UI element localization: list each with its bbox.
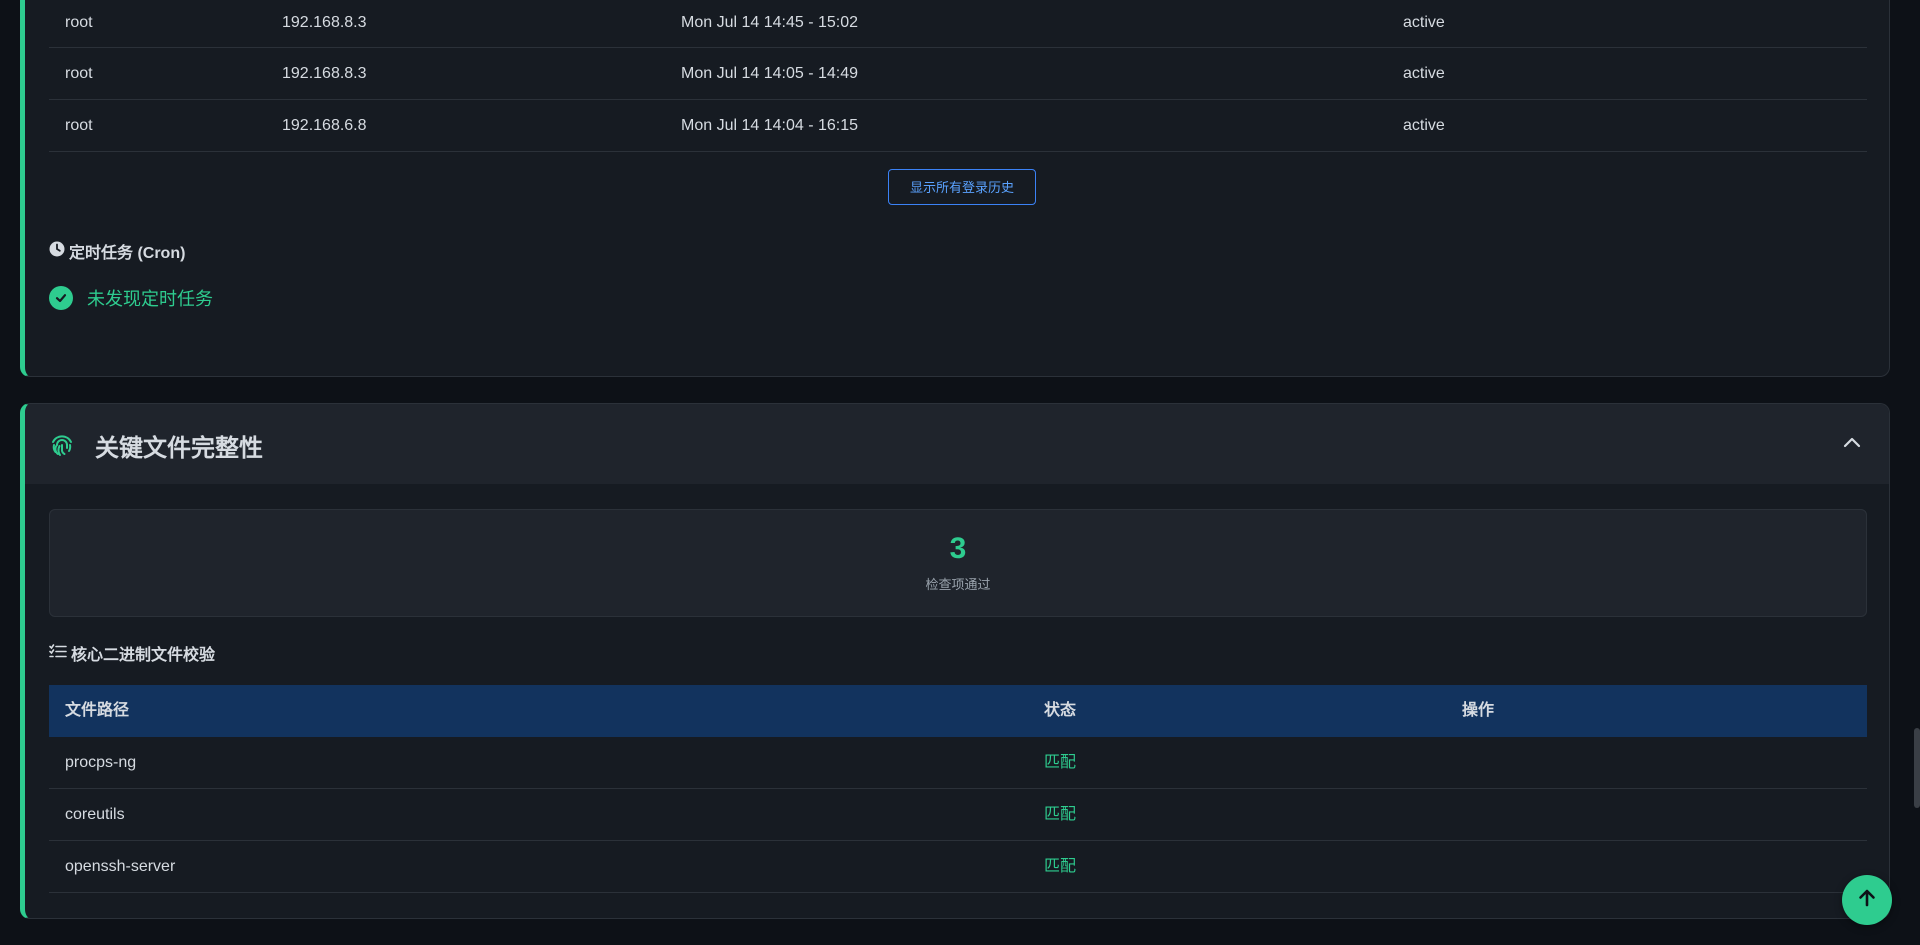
table-row: root 192.168.8.3 Mon Jul 14 14:45 - 15:0… [49,0,1867,48]
login-time: Mon Jul 14 14:05 - 14:49 [681,65,859,82]
column-header-path: 文件路径 [65,702,130,719]
table-row: root 192.168.6.8 Mon Jul 14 14:04 - 16:1… [49,100,1867,152]
clock-icon [49,241,65,262]
login-history-card: root 192.168.8.3 Mon Jul 14 14:45 - 15:0… [20,0,1890,377]
login-status: active [1403,65,1445,82]
file-integrity-card: 关键文件完整性 3 检查项通过 核心二进制文件校验 文件路径 状态 操作 pro… [20,403,1890,919]
login-user: root [65,14,93,31]
fingerprint-icon [49,432,75,463]
column-header-action: 操作 [1462,702,1495,719]
table-row: procps-ng 匹配 [49,737,1867,789]
cron-status: 未发现定时任务 [49,285,213,311]
checklist-icon [49,643,67,663]
stat-value: 3 [949,532,967,565]
table-row: coreutils 匹配 [49,789,1867,841]
table-row: root 192.168.8.3 Mon Jul 14 14:05 - 14:4… [49,48,1867,100]
binaries-title: 核心二进制文件校验 [71,647,216,664]
passed-checks-stat: 3 检查项通过 [49,509,1867,617]
login-ip: 192.168.8.3 [282,65,367,82]
table-header: 文件路径 状态 操作 [49,685,1867,737]
file-path: openssh-server [65,858,176,875]
scroll-to-top-button[interactable] [1842,875,1892,925]
cron-status-text: 未发现定时任务 [87,289,213,309]
login-ip: 192.168.8.3 [282,14,367,31]
file-state: 匹配 [1044,806,1077,823]
section-title: 关键文件完整性 [95,435,263,462]
login-status: active [1403,14,1445,31]
login-user: root [65,117,93,134]
file-path: procps-ng [65,754,137,771]
stat-label: 检查项通过 [925,577,991,592]
file-state: 匹配 [1044,754,1077,771]
login-time: Mon Jul 14 14:45 - 15:02 [681,14,859,31]
table-row: openssh-server 匹配 [49,841,1867,893]
check-circle-icon [49,286,73,310]
show-all-login-history-button[interactable]: 显示所有登录历史 [888,169,1036,205]
arrow-up-icon [1855,886,1879,915]
file-path: coreutils [65,806,125,823]
scrollbar-thumb[interactable] [1914,728,1920,808]
cron-section-heading: 定时任务 (Cron) [49,239,185,263]
section-header[interactable]: 关键文件完整性 [25,404,1889,484]
login-user: root [65,65,93,82]
login-time: Mon Jul 14 14:04 - 16:15 [681,117,859,134]
chevron-up-icon[interactable] [1841,432,1863,459]
login-ip: 192.168.6.8 [282,117,367,134]
cron-title: 定时任务 (Cron) [69,245,186,262]
login-status: active [1403,117,1445,134]
binaries-section-heading: 核心二进制文件校验 [49,641,215,665]
column-header-state: 状态 [1044,702,1077,719]
file-state: 匹配 [1044,858,1077,875]
